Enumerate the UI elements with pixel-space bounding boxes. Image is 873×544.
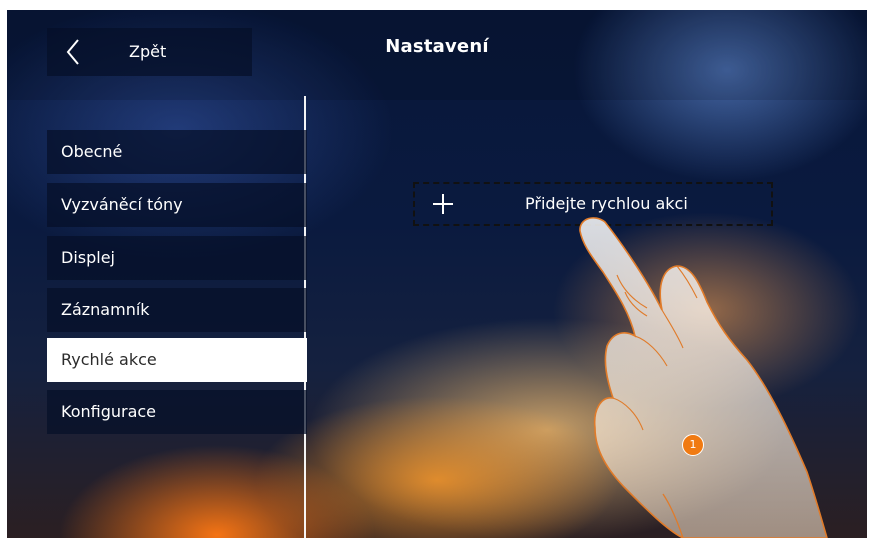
intercom-screen: Zpět Nastavení Obecné Vyzváněcí tóny Dis…	[7, 10, 867, 538]
hand-pointer-icon	[579, 217, 828, 538]
step-badge: 1	[682, 434, 704, 456]
